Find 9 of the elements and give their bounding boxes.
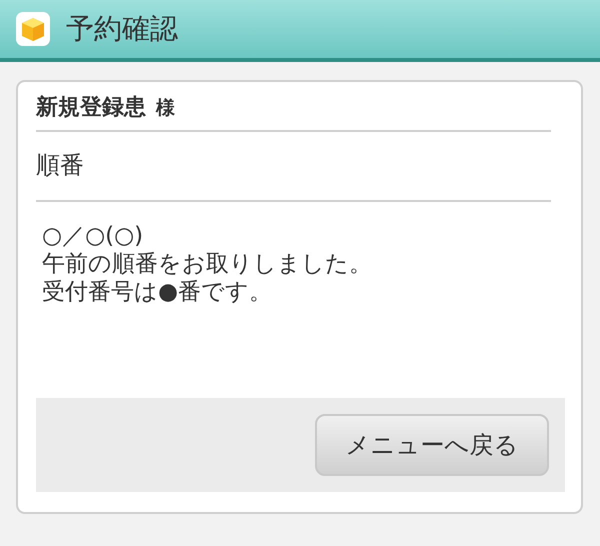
cube-icon	[16, 12, 50, 46]
back-to-menu-button[interactable]: メニューへ戻る	[315, 414, 549, 476]
honorific-label: 様	[156, 96, 175, 121]
section-label: 順番	[36, 150, 85, 181]
message-line: 午前の順番をお取りしました。	[42, 250, 373, 278]
message-line: 受付番号は●番です。	[42, 278, 274, 306]
page-title: 予約確認	[66, 11, 178, 47]
message-line: ○／○(○)	[42, 222, 144, 250]
patient-name: 新規登録患	[36, 94, 146, 122]
